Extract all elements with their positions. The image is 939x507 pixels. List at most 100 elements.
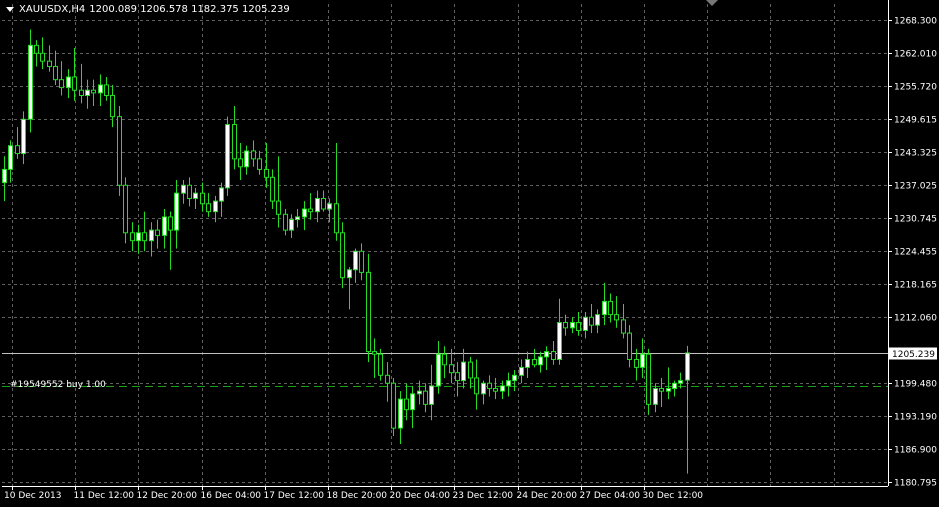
candle-body [270,176,275,202]
candle-body [576,322,581,331]
time-tick-label: 12 Dec 20:00 [137,491,198,501]
candle-body [474,377,479,395]
time-tick-label: 30 Dec 12:00 [643,491,704,501]
candle-body [257,158,262,170]
time-tick-label: 17 Dec 12:00 [264,491,325,501]
candle-body [40,52,45,62]
candle-body [602,300,607,316]
current-price-label: 1205.239 [892,350,935,360]
time-tick-label: 23 Dec 12:00 [453,491,514,501]
candle-body [417,390,422,395]
candle-body [372,351,377,355]
candle-body [563,322,568,329]
candle-body [47,60,52,67]
chart-window[interactable]: 1268.300 1262.010 1255.720 1249.615 1243.325… [0,0,939,503]
candle-body [104,84,109,96]
candle-body [627,332,632,360]
candle-body [110,94,115,118]
candle-body [512,374,517,382]
candle-body [570,322,575,329]
candle-body [634,358,639,368]
candle-body [525,358,530,368]
candle-body [429,385,434,405]
candle-body [117,116,122,186]
chart-header: XAUUSDX,H4 1200.089 1206.578 1182.375 12… [6,2,294,16]
candle-body [653,388,658,405]
price-tick-label: 1180.795 [894,479,937,489]
candle-body [295,216,300,221]
candle-body [595,314,600,326]
price-tick-label: 1268.300 [894,17,937,27]
triangle-down-icon[interactable] [6,6,14,12]
trade-label[interactable]: #19549552 buy 1.00 [10,380,106,390]
price-tick-label: 1186.900 [894,446,937,456]
candle-body [213,200,218,213]
candle-body [21,118,26,155]
candle-body [404,398,409,411]
time-tick-label: 24 Dec 20:00 [517,491,578,501]
candle-body [410,393,415,411]
candle-body [136,232,141,242]
candle-body [544,351,549,358]
candle-body [506,380,511,387]
candle-body [347,269,352,279]
candle-body [142,232,147,242]
candle-body [646,353,651,405]
time-tick-label: 11 Dec 12:00 [74,491,135,501]
candle-body [685,352,690,381]
candle-body [621,319,626,334]
candle-body [423,390,428,405]
price-tick-label: 1230.745 [894,215,937,225]
candle-body [442,353,447,366]
candle-body [15,145,20,155]
candle-body [455,372,460,382]
candle-body [589,316,594,326]
candle-body [85,89,90,96]
candle-body [251,150,256,160]
candle-body [378,353,383,376]
price-tick-label: 1255.720 [894,83,937,93]
candle-body [481,382,486,395]
candle-body [468,361,473,379]
candle-body [353,250,358,271]
candle-body [91,89,96,94]
candle-body [398,398,403,429]
candlestick-chart[interactable]: 1268.300 1262.010 1255.720 1249.615 1243.325… [0,0,939,503]
candle-body [532,358,537,366]
time-tick-label: 18 Dec 20:00 [327,491,388,501]
candle-body [659,388,664,392]
candle-body [2,168,7,184]
candle-body [366,271,371,353]
candle-body [219,187,224,202]
candle-body [244,150,249,168]
candle-body [28,44,33,120]
candle-body [283,213,288,231]
time-tick-label: 27 Dec 04:00 [580,491,641,501]
candle-body [608,300,613,316]
candle-body [640,353,645,368]
candle-body [391,382,396,429]
candle-body [149,229,154,242]
candle-body [162,216,167,236]
candle-body [206,203,211,213]
price-tick-label: 1193.190 [894,413,937,423]
candle-body [193,192,198,199]
time-tick-label: 20 Dec 04:00 [390,491,451,501]
candle-body [8,145,13,170]
candle-body [238,158,243,168]
candle-body [436,353,441,387]
price-tick-label: 1218.165 [894,281,937,291]
scroll-marker-icon[interactable] [706,0,718,6]
candle-body [321,197,326,210]
candle-body [614,314,619,321]
candle-body [385,374,390,384]
candle-body [34,44,39,54]
candle-body [181,184,186,194]
candle-body [66,76,71,89]
candle-body [264,168,269,178]
price-tick-label: 1249.615 [894,116,937,126]
candle-body [59,79,64,89]
candle-body [98,84,103,94]
candle-body [538,356,543,366]
candle-body [487,382,492,390]
